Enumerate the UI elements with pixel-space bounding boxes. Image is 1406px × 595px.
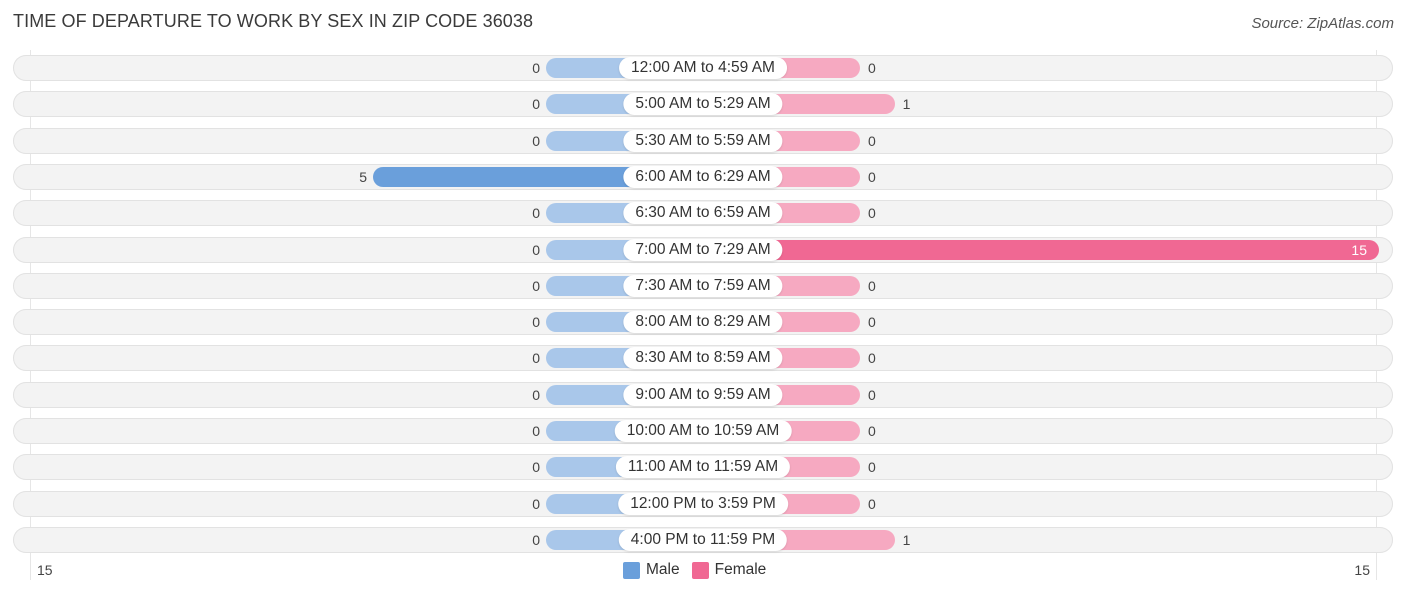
chart-area: 12:00 AM to 4:59 AM 0 0 5:00 AM to 5:29 AM 0…: [0, 0, 1406, 595]
value-label-female: 0: [868, 350, 876, 367]
value-label-female: 0: [868, 277, 876, 294]
category-label: 8:30 AM to 8:59 AM: [623, 347, 783, 370]
legend-swatch-female: [691, 561, 709, 579]
value-label-female: 0: [868, 314, 876, 331]
value-label-female: 1: [902, 96, 911, 113]
category-label: 12:00 AM to 4:59 AM: [619, 57, 787, 79]
category-label: 5:00 AM to 5:29 AM: [623, 93, 783, 116]
value-label-male: 0: [532, 495, 540, 512]
category-label: 9:00 AM to 9:59 AM: [623, 383, 783, 406]
category-label: 10:00 AM to 10:59 AM: [614, 420, 792, 442]
value-label-female: 0: [868, 495, 876, 512]
value-label-female: 0: [868, 205, 876, 222]
category-label: 6:30 AM to 6:59 AM: [623, 202, 783, 225]
value-label-female: 0: [868, 386, 876, 403]
value-label-female: 15: [1351, 241, 1367, 258]
category-label: 4:00 PM to 11:59 PM: [618, 528, 788, 551]
value-label-male: 0: [532, 386, 540, 403]
bar-female: [703, 239, 1379, 260]
category-label: 12:00 PM to 3:59 PM: [618, 492, 788, 515]
axis-tick-right: 15: [1354, 562, 1370, 578]
legend-swatch-male: [623, 561, 640, 579]
value-label-male: 0: [532, 241, 540, 258]
value-label-male: 0: [532, 132, 540, 149]
category-label: 5:30 AM to 5:59 AM: [623, 129, 783, 152]
value-label-female: 0: [868, 423, 876, 439]
legend-item-female: Female: [691, 561, 767, 579]
value-label-male: 5: [359, 168, 367, 185]
category-label: 6:00 AM to 6:29 AM: [623, 165, 783, 188]
value-label-male: 0: [532, 60, 540, 76]
legend-item-male: Male: [623, 561, 680, 579]
value-label-male: 0: [532, 205, 540, 222]
value-label-male: 0: [532, 531, 540, 548]
axis-tick-left: 15: [37, 562, 53, 578]
legend-label-male: Male: [646, 561, 680, 578]
category-label: 7:00 AM to 7:29 AM: [623, 238, 783, 261]
value-label-male: 0: [532, 277, 540, 294]
value-label-female: 0: [868, 168, 876, 185]
value-label-female: 0: [868, 459, 876, 476]
value-label-male: 0: [532, 314, 540, 331]
category-label: 8:00 AM to 8:29 AM: [623, 311, 783, 334]
value-label-male: 0: [532, 423, 540, 439]
value-label-female: 0: [868, 60, 876, 76]
value-label-male: 0: [532, 350, 540, 367]
value-label-male: 0: [532, 459, 540, 476]
category-label: 11:00 AM to 11:59 AM: [615, 456, 791, 479]
value-label-female: 0: [868, 132, 876, 149]
category-label: 7:30 AM to 7:59 AM: [623, 274, 783, 297]
legend-label-female: Female: [714, 561, 767, 578]
value-label-female: 1: [902, 531, 911, 548]
value-label-male: 0: [532, 96, 540, 113]
legend: Male Female: [623, 561, 778, 579]
